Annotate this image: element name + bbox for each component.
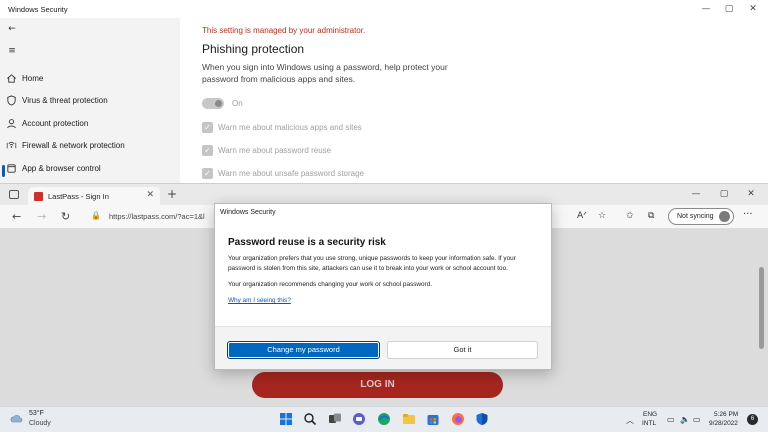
tab-close-icon[interactable]: ✕ [146, 190, 154, 200]
ws-content: This setting is managed by your administ… [180, 18, 768, 183]
back-arrow-icon[interactable]: ← [7, 24, 17, 34]
tab-actions-icon[interactable] [9, 190, 19, 199]
notification-badge[interactable]: 6 [747, 414, 758, 425]
add-favorite-icon[interactable]: ☆ [598, 211, 606, 221]
sidebar-item-label: Firewall & network protection [22, 141, 125, 150]
scrollbar-thumb[interactable] [759, 267, 764, 349]
sidebar-item-label: Virus & threat protection [22, 96, 108, 105]
address-url: https://lastpass.com/?ac=1&l [109, 212, 205, 221]
more-options-icon[interactable]: ··· [743, 209, 753, 220]
forward-icon[interactable]: → [37, 210, 46, 223]
file-explorer-icon[interactable] [402, 412, 416, 426]
sidebar-item-label: App & browser control [22, 164, 101, 173]
admin-note: This setting is managed by your administ… [202, 26, 366, 35]
dialog-heading: Password reuse is a security risk [228, 237, 386, 248]
edge-icon[interactable] [377, 412, 391, 426]
ws-sidebar: ← ≡ Home Virus & threat protection Accou… [0, 18, 180, 183]
chat-icon[interactable] [352, 412, 366, 426]
app-browser-icon [7, 164, 16, 173]
edge-maximize-button[interactable]: ▢ [718, 188, 730, 200]
chevron-up-icon[interactable]: ︿ [626, 415, 634, 426]
address-bar[interactable]: 🔒 https://lastpass.com/?ac=1&l [85, 208, 215, 226]
favorites-icon[interactable]: ✩ [626, 211, 634, 221]
weather-description[interactable]: Cloudy [29, 420, 51, 427]
page-scrollbar[interactable] [756, 229, 766, 406]
got-it-button[interactable]: Got it [387, 341, 538, 359]
sidebar-item-firewall[interactable]: Firewall & network protection [0, 137, 180, 157]
change-password-button[interactable]: Change my password [227, 341, 380, 359]
task-view-icon[interactable] [328, 412, 342, 426]
tab-lastpass[interactable]: LastPass - Sign In ✕ [28, 187, 160, 206]
checkbox-password-reuse[interactable]: ✓ [202, 145, 213, 156]
why-seeing-this-link[interactable]: Why am I seeing this? [228, 297, 291, 304]
language-bottom[interactable]: INTL [642, 420, 656, 427]
edge-close-button[interactable]: ✕ [745, 188, 757, 200]
windows-security-icon[interactable] [475, 412, 489, 426]
dialog-footer: Change my password Got it [215, 326, 551, 369]
weather-temperature[interactable]: 53°F [29, 410, 44, 417]
checkbox-label: Warn me about malicious apps and sites [218, 123, 362, 132]
ws-close-button[interactable]: ✕ [747, 3, 759, 15]
ws-maximize-button[interactable]: ▢ [723, 3, 735, 15]
checkbox-unsafe-storage[interactable]: ✓ [202, 168, 213, 179]
checkbox-label: Warn me about unsafe password storage [218, 169, 365, 178]
read-aloud-icon[interactable]: Aᐟ [577, 211, 587, 221]
firefox-icon[interactable] [451, 412, 465, 426]
cloud-icon[interactable] [8, 412, 24, 424]
search-icon[interactable] [303, 412, 317, 426]
clock-time[interactable]: 5:26 PM [714, 411, 738, 418]
checkbox-label: Warn me about password reuse [218, 146, 332, 155]
person-icon [7, 119, 16, 129]
hamburger-menu-icon[interactable]: ≡ [7, 46, 17, 56]
wifi-icon [6, 141, 17, 149]
dialog-recommendation-text: Your organization recommends changing yo… [228, 281, 433, 288]
sidebar-item-virus-threat[interactable]: Virus & threat protection [0, 92, 180, 112]
lock-icon[interactable]: 🔒 [91, 211, 101, 220]
speaker-icon[interactable]: 🔈 [680, 415, 690, 424]
lastpass-favicon-icon [34, 192, 43, 201]
taskbar: 53°F Cloudy ︿ ENG INTL ▭ 🔈 ▭ 5:26 PM 9/2… [0, 406, 768, 432]
toggle-label: On [232, 99, 243, 108]
profile-sync-button[interactable]: Not syncing [668, 208, 734, 225]
shield-icon [7, 95, 16, 106]
sidebar-item-label: Home [22, 74, 44, 83]
ws-minimize-button[interactable]: — [700, 3, 712, 15]
section-title: Phishing protection [202, 42, 305, 56]
sync-label: Not syncing [677, 213, 714, 220]
windows-start-icon[interactable] [279, 412, 293, 426]
store-icon[interactable] [426, 412, 440, 426]
collections-icon[interactable]: ⧉ [648, 211, 654, 221]
language-top[interactable]: ENG [643, 411, 657, 418]
sidebar-item-home[interactable]: Home [0, 70, 180, 90]
display-icon[interactable]: ▭ [667, 415, 675, 424]
phishing-toggle[interactable] [202, 98, 224, 109]
ws-titlebar: Windows Security — ▢ ✕ [0, 0, 768, 18]
checkbox-malicious-apps[interactable]: ✓ [202, 122, 213, 133]
tab-label: LastPass - Sign In [48, 192, 109, 201]
password-reuse-dialog: Windows Security Password reuse is a sec… [214, 203, 552, 370]
edge-tab-strip: LastPass - Sign In ✕ + — ▢ ✕ [0, 183, 768, 206]
dialog-body-text: Your organization prefers that you use s… [228, 255, 516, 272]
new-tab-button[interactable]: + [167, 187, 177, 201]
refresh-icon[interactable]: ↻ [61, 210, 70, 223]
sidebar-item-account-protection[interactable]: Account protection [0, 115, 180, 135]
back-icon[interactable]: ← [12, 210, 21, 223]
login-button[interactable]: LOG IN [252, 372, 503, 398]
avatar [719, 211, 730, 222]
ws-window-title: Windows Security [8, 5, 68, 14]
home-icon [7, 74, 16, 83]
active-indicator [2, 165, 5, 177]
section-description: When you sign into Windows using a passw… [202, 62, 448, 84]
edge-minimize-button[interactable]: — [690, 188, 702, 200]
sidebar-item-label: Account protection [22, 119, 89, 128]
sidebar-item-app-browser-control[interactable]: App & browser control [0, 160, 180, 180]
battery-icon[interactable]: ▭ [693, 415, 701, 424]
dialog-title: Windows Security [220, 209, 276, 216]
windows-security-window: Windows Security — ▢ ✕ ← ≡ Home Virus & … [0, 0, 768, 183]
clock-date[interactable]: 9/28/2022 [709, 420, 738, 427]
